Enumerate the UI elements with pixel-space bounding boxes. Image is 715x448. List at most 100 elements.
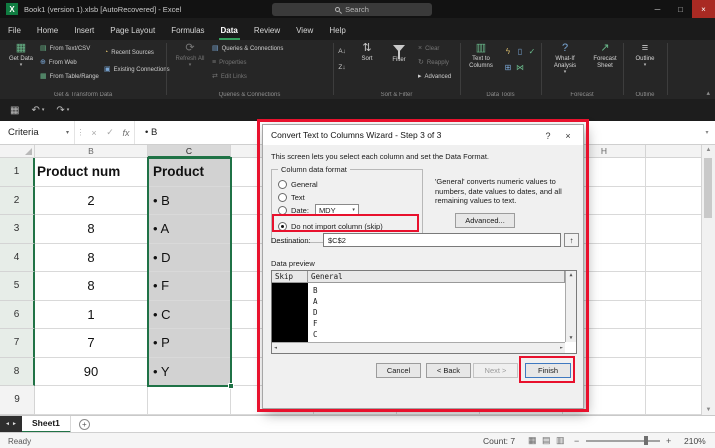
- close-button[interactable]: ×: [692, 0, 715, 18]
- cell-b9[interactable]: [35, 386, 148, 415]
- cell-b4[interactable]: 8: [35, 244, 148, 273]
- row-header-8[interactable]: 8: [0, 358, 35, 387]
- sort-button[interactable]: ⇅ Sort: [352, 42, 382, 86]
- radio-date-circle-icon[interactable]: [278, 206, 287, 215]
- sheet-nav-left-icon[interactable]: ◄: [5, 421, 10, 427]
- zoom-out-button[interactable]: −: [574, 436, 579, 446]
- date-format-dropdown[interactable]: MDY ▾: [315, 204, 359, 216]
- from-text-csv-button[interactable]: ▤ From Text/CSV: [40, 45, 90, 53]
- preview-values[interactable]: B A D F C: [313, 285, 318, 340]
- radio-general[interactable]: General: [278, 178, 318, 190]
- row-header-6[interactable]: 6: [0, 301, 35, 330]
- properties-button[interactable]: ≡ Properties: [212, 59, 246, 67]
- status-count[interactable]: Count: 7: [483, 436, 515, 446]
- view-normal-button[interactable]: ▦: [528, 435, 537, 446]
- tab-review[interactable]: Review: [246, 26, 288, 40]
- zoom-slider-thumb[interactable]: [644, 436, 648, 445]
- zoom-level[interactable]: 210%: [684, 436, 706, 446]
- cell-c8[interactable]: • Y: [148, 358, 231, 387]
- preview-skip-column-selected[interactable]: [272, 283, 308, 342]
- preview-vertical-scrollbar[interactable]: ▲ ▼: [565, 271, 576, 342]
- radio-date[interactable]: Date: MDY ▾: [278, 204, 359, 216]
- sheet-tab-sheet1[interactable]: Sheet1: [22, 416, 71, 433]
- cell-b6[interactable]: 1: [35, 301, 148, 330]
- sort-ascending-button[interactable]: A↓: [336, 45, 348, 58]
- excel-logo-icon[interactable]: X: [6, 3, 18, 15]
- view-page-break-button[interactable]: ▥: [556, 435, 565, 446]
- dialog-close-button[interactable]: ×: [561, 129, 575, 142]
- preview-column-general-header[interactable]: General: [308, 271, 565, 283]
- flash-fill-button[interactable]: ϟ: [502, 45, 514, 58]
- cell-c2[interactable]: • B: [148, 187, 231, 216]
- cell-b1[interactable]: Product num: [35, 158, 148, 187]
- fill-handle[interactable]: [228, 383, 234, 389]
- tab-data[interactable]: Data: [213, 26, 246, 40]
- sheet-nav-buttons[interactable]: ◄ ►: [0, 416, 22, 433]
- spreadsheet-icon[interactable]: ▦: [10, 105, 19, 116]
- collapse-ribbon-button[interactable]: ▴: [706, 89, 710, 97]
- radio-do-not-import[interactable]: Do not import column (skip): [278, 220, 383, 232]
- refresh-all-button[interactable]: ⟳ Refresh All ▾: [172, 42, 208, 86]
- preview-horizontal-scrollbar[interactable]: ◄ ►: [272, 342, 565, 353]
- text-to-columns-button[interactable]: ▥ Text to Columns: [462, 42, 500, 86]
- what-if-analysis-button[interactable]: ? What-If Analysis ▾: [545, 42, 585, 86]
- cancel-button[interactable]: Cancel: [376, 363, 421, 378]
- back-button[interactable]: < Back: [426, 363, 471, 378]
- row-header-5[interactable]: 5: [0, 272, 35, 301]
- cell-c1[interactable]: Product: [148, 158, 231, 187]
- column-header-i[interactable]: [646, 145, 701, 158]
- tab-home[interactable]: Home: [29, 26, 66, 40]
- get-data-button[interactable]: ▦ Get Data ▾: [4, 42, 38, 86]
- relationships-button[interactable]: ⋈: [514, 61, 526, 74]
- queries-connections-button[interactable]: ▤ Queries & Connections: [212, 45, 283, 53]
- outline-button[interactable]: ≡ Outline ▾: [627, 42, 663, 86]
- remove-duplicates-button[interactable]: ▯: [514, 45, 526, 58]
- tab-help[interactable]: Help: [321, 26, 353, 40]
- search-box[interactable]: Search: [272, 3, 432, 16]
- radio-general-circle-icon[interactable]: [278, 180, 287, 189]
- row-header-1[interactable]: 1: [0, 158, 35, 187]
- expand-formula-bar-button[interactable]: ▾: [699, 121, 715, 144]
- cell-b3[interactable]: 8: [35, 215, 148, 244]
- row-header-3[interactable]: 3: [0, 215, 35, 244]
- scroll-down-icon[interactable]: ▼: [569, 335, 572, 341]
- column-header-b[interactable]: B: [35, 145, 148, 158]
- view-page-layout-button[interactable]: ▤: [542, 435, 551, 446]
- sheet-nav-right-icon[interactable]: ►: [12, 421, 17, 427]
- cell-c9[interactable]: [148, 386, 231, 415]
- cell-b7[interactable]: 7: [35, 329, 148, 358]
- row-header-4[interactable]: 4: [0, 244, 35, 273]
- scroll-left-icon[interactable]: ◄: [274, 345, 277, 351]
- undo-button[interactable]: ↶ ▾: [31, 105, 44, 116]
- dialog-help-button[interactable]: ?: [541, 129, 555, 142]
- tab-formulas[interactable]: Formulas: [163, 26, 212, 40]
- restore-button[interactable]: □: [669, 0, 692, 18]
- name-box[interactable]: Criteria ▾: [0, 121, 74, 144]
- reapply-button[interactable]: ↻ Reapply: [418, 59, 449, 67]
- add-sheet-button[interactable]: +: [79, 419, 90, 430]
- tab-view[interactable]: View: [288, 26, 321, 40]
- tab-insert[interactable]: Insert: [66, 26, 102, 40]
- sort-descending-button[interactable]: Z↓: [336, 61, 348, 74]
- cell-b5[interactable]: 8: [35, 272, 148, 301]
- zoom-in-button[interactable]: +: [666, 436, 671, 446]
- cell-b2[interactable]: 2: [35, 187, 148, 216]
- cell-c3[interactable]: • A: [148, 215, 231, 244]
- radio-text[interactable]: Text: [278, 191, 305, 203]
- cancel-entry-button[interactable]: ×: [86, 121, 102, 144]
- formula-bar-grip[interactable]: ⋮: [74, 121, 86, 144]
- preview-column-skip-header[interactable]: Skip: [272, 271, 308, 283]
- consolidate-button[interactable]: ⊞: [502, 61, 514, 74]
- forecast-sheet-button[interactable]: ↗ Forecast Sheet: [587, 42, 623, 86]
- tab-file[interactable]: File: [0, 26, 29, 40]
- radio-text-circle-icon[interactable]: [278, 193, 287, 202]
- destination-input[interactable]: $C$2: [323, 233, 561, 247]
- cell-c4[interactable]: • D: [148, 244, 231, 273]
- scroll-down-icon[interactable]: ▼: [706, 407, 712, 413]
- row-header-2[interactable]: 2: [0, 187, 35, 216]
- cell-c5[interactable]: • F: [148, 272, 231, 301]
- column-header-c[interactable]: C: [148, 145, 231, 158]
- insert-function-button[interactable]: fx: [118, 121, 134, 144]
- scroll-right-icon[interactable]: ►: [560, 345, 563, 351]
- cell-b8[interactable]: 90: [35, 358, 148, 387]
